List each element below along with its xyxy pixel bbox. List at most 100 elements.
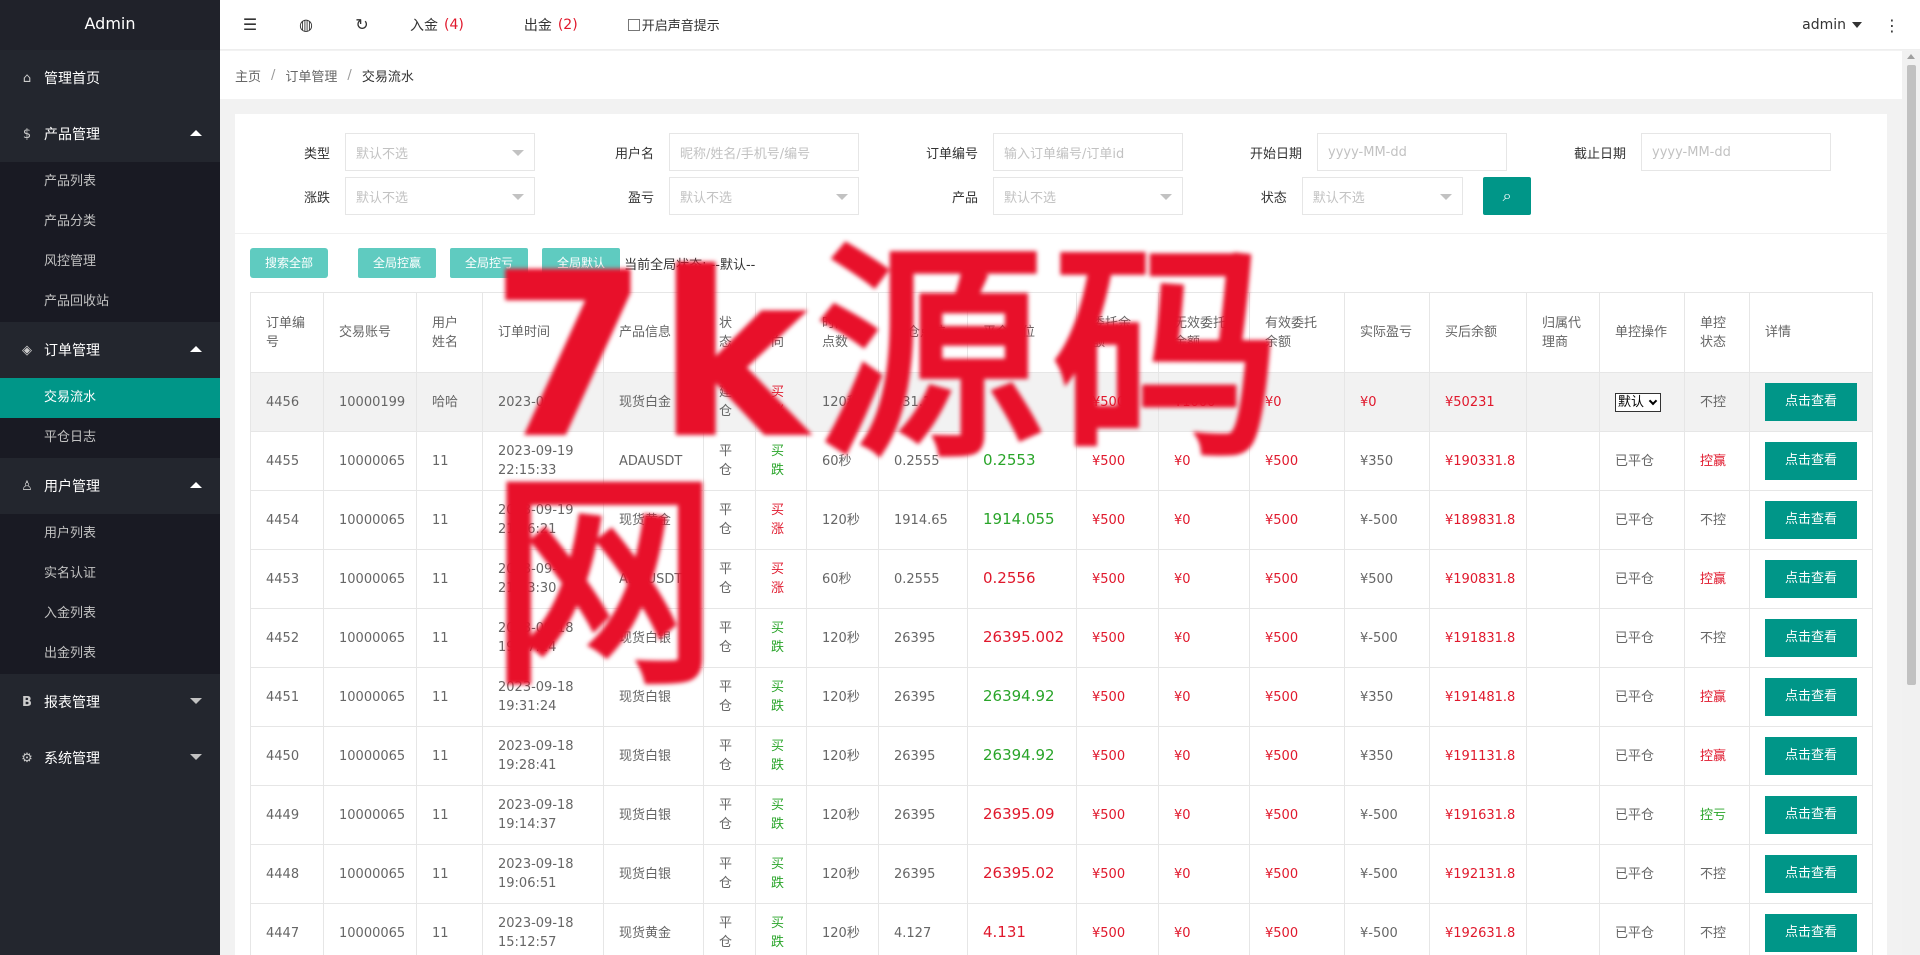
- open-point: 1914.65: [894, 512, 948, 528]
- view-detail-button[interactable]: 点击查看: [1765, 560, 1857, 598]
- column-header: 委托余额: [1076, 292, 1159, 373]
- sidebar-item-users[interactable]: ♙ 用户管理: [0, 458, 220, 514]
- sidebar-item-product-list[interactable]: 产品列表: [0, 162, 220, 202]
- global-lose-button[interactable]: 全局控亏: [450, 248, 529, 278]
- sidebar-item-close-log[interactable]: 平仓日志: [0, 418, 220, 458]
- search-button[interactable]: ⌕: [1483, 177, 1531, 215]
- order-number-input[interactable]: 输入订单编号/订单id: [993, 133, 1183, 171]
- order-id: 4448: [266, 866, 300, 882]
- view-detail-button[interactable]: 点击查看: [1765, 678, 1857, 716]
- table-row: 4454 10000065 11 2023-09-19 21:56:21 现货黄金 平仓 买涨…: [250, 490, 1873, 550]
- product-label: 产品: [951, 190, 978, 206]
- global-default-button[interactable]: 全局默认: [542, 248, 621, 278]
- direction: 买涨: [771, 385, 785, 419]
- sidebar-item-label: 管理首页: [44, 71, 100, 87]
- breadcrumb-current: 交易流水: [361, 69, 414, 85]
- view-detail-button[interactable]: 点击查看: [1765, 442, 1857, 480]
- order-date: 2023-09-18: [498, 739, 574, 754]
- sidebar-item-product-category[interactable]: 产品分类: [0, 202, 220, 242]
- control-state: 控赢: [1700, 748, 1727, 764]
- gear-icon: ⚙: [21, 750, 33, 766]
- sidebar-item-withdraw-list[interactable]: 出金列表: [0, 634, 220, 674]
- account: 10000065: [339, 748, 406, 764]
- table-row: 4451 10000065 11 2023-09-18 19:31:24 现货白银 平仓 买跌…: [250, 667, 1873, 727]
- vertical-scrollbar[interactable]: [1902, 51, 1920, 955]
- withdraw-link[interactable]: 出金 (2): [504, 0, 598, 50]
- control-op: 已平仓: [1615, 807, 1655, 823]
- sidebar-item-user-list[interactable]: 用户列表: [0, 514, 220, 554]
- view-detail-button[interactable]: 点击查看: [1765, 855, 1857, 893]
- sidebar-item-trade-flow[interactable]: 交易流水: [0, 378, 220, 418]
- scrollbar-thumb[interactable]: [1907, 65, 1916, 685]
- sidebar-item-realname[interactable]: 实名认证: [0, 554, 220, 594]
- open-point: 4.127: [894, 925, 932, 941]
- end-date-input[interactable]: yyyy-MM-dd: [1641, 133, 1831, 171]
- control-op: 已平仓: [1615, 866, 1655, 882]
- sidebar-item-risk-control[interactable]: 风控管理: [0, 242, 220, 282]
- product-info: 现货黄金: [619, 925, 672, 941]
- user-name: 11: [432, 925, 449, 941]
- globe-icon[interactable]: ◍: [278, 0, 334, 50]
- control-state: 不控: [1700, 925, 1727, 941]
- valid-balance: ¥500: [1265, 925, 1299, 941]
- scroll-up-icon[interactable]: [1907, 54, 1915, 59]
- table-row: 4456 10000199 哈哈 2023-09-21 现货白金 建仓 买涨 120秒 931.…: [250, 372, 1873, 432]
- invalid-balance: ¥0: [1174, 571, 1191, 587]
- open-point: 26395: [894, 748, 936, 764]
- view-detail-button[interactable]: 点击查看: [1765, 737, 1857, 775]
- more-icon[interactable]: ⋮: [1884, 16, 1900, 35]
- breadcrumb-orders[interactable]: 订单管理: [285, 66, 337, 85]
- user-name: 11: [432, 748, 449, 764]
- view-detail-button[interactable]: 点击查看: [1765, 383, 1857, 421]
- sound-toggle[interactable]: 开启声音提示: [627, 15, 720, 34]
- direction: 买跌: [771, 680, 785, 714]
- open-point: 931.15: [894, 394, 940, 410]
- type-select[interactable]: 默认不选: [345, 133, 535, 171]
- username-input[interactable]: 昵称/姓名/手机号/编号: [669, 133, 859, 171]
- user-name: 11: [432, 630, 449, 646]
- column-header: 方向: [755, 292, 807, 373]
- view-detail-button[interactable]: 点击查看: [1765, 914, 1857, 952]
- sidebar-item-home[interactable]: ⌂ 管理首页: [0, 50, 220, 106]
- search-all-button[interactable]: 搜索全部: [250, 248, 329, 278]
- actual-pl: ¥350: [1360, 453, 1394, 469]
- sidebar-item-products[interactable]: $ 产品管理: [0, 106, 220, 162]
- user-menu[interactable]: admin: [1802, 17, 1862, 33]
- valid-balance: ¥500: [1265, 512, 1299, 528]
- caret-down-icon: [190, 754, 202, 760]
- breadcrumb-home[interactable]: 主页: [235, 66, 261, 85]
- sidebar-item-reports[interactable]: B 报表管理: [0, 674, 220, 730]
- column-header: 用户姓名: [416, 292, 483, 373]
- start-date-label: 开始日期: [1249, 146, 1302, 162]
- invalid-balance: ¥1000: [1174, 394, 1216, 410]
- profit-loss-select[interactable]: 默认不选: [669, 177, 859, 215]
- order-date: 2023-09-18: [498, 916, 574, 931]
- product-info: 现货白银: [619, 748, 672, 764]
- refresh-icon[interactable]: ↻: [334, 0, 390, 50]
- account: 10000065: [339, 689, 406, 705]
- control-select[interactable]: 默认: [1615, 392, 1662, 412]
- close-point: 26394.92: [983, 746, 1055, 764]
- product-select[interactable]: 默认不选: [993, 177, 1183, 215]
- global-win-button[interactable]: 全局控赢: [358, 248, 437, 278]
- updown-select[interactable]: 默认不选: [345, 177, 535, 215]
- user-name: 哈哈: [432, 394, 459, 410]
- brand-logo[interactable]: Admin: [0, 0, 220, 50]
- sidebar-item-orders[interactable]: ◈ 订单管理: [0, 322, 220, 378]
- account: 10000065: [339, 630, 406, 646]
- start-date-input[interactable]: yyyy-MM-dd: [1317, 133, 1507, 171]
- account: 10000065: [339, 866, 406, 882]
- deposit-link[interactable]: 入金 (4): [390, 0, 484, 50]
- menu-toggle-icon[interactable]: ☰: [222, 0, 278, 50]
- direction: 买跌: [771, 739, 785, 773]
- sidebar-item-product-recycle[interactable]: 产品回收站: [0, 282, 220, 322]
- order-id: 4453: [266, 571, 300, 587]
- view-detail-button[interactable]: 点击查看: [1765, 619, 1857, 657]
- view-detail-button[interactable]: 点击查看: [1765, 501, 1857, 539]
- sidebar-item-deposit-list[interactable]: 入金列表: [0, 594, 220, 634]
- status-select[interactable]: 默认不选: [1301, 177, 1464, 215]
- view-detail-button[interactable]: 点击查看: [1765, 796, 1857, 834]
- entrust-balance: ¥500: [1092, 571, 1126, 587]
- sidebar-item-system[interactable]: ⚙ 系统管理: [0, 730, 220, 786]
- sound-checkbox[interactable]: [627, 18, 640, 31]
